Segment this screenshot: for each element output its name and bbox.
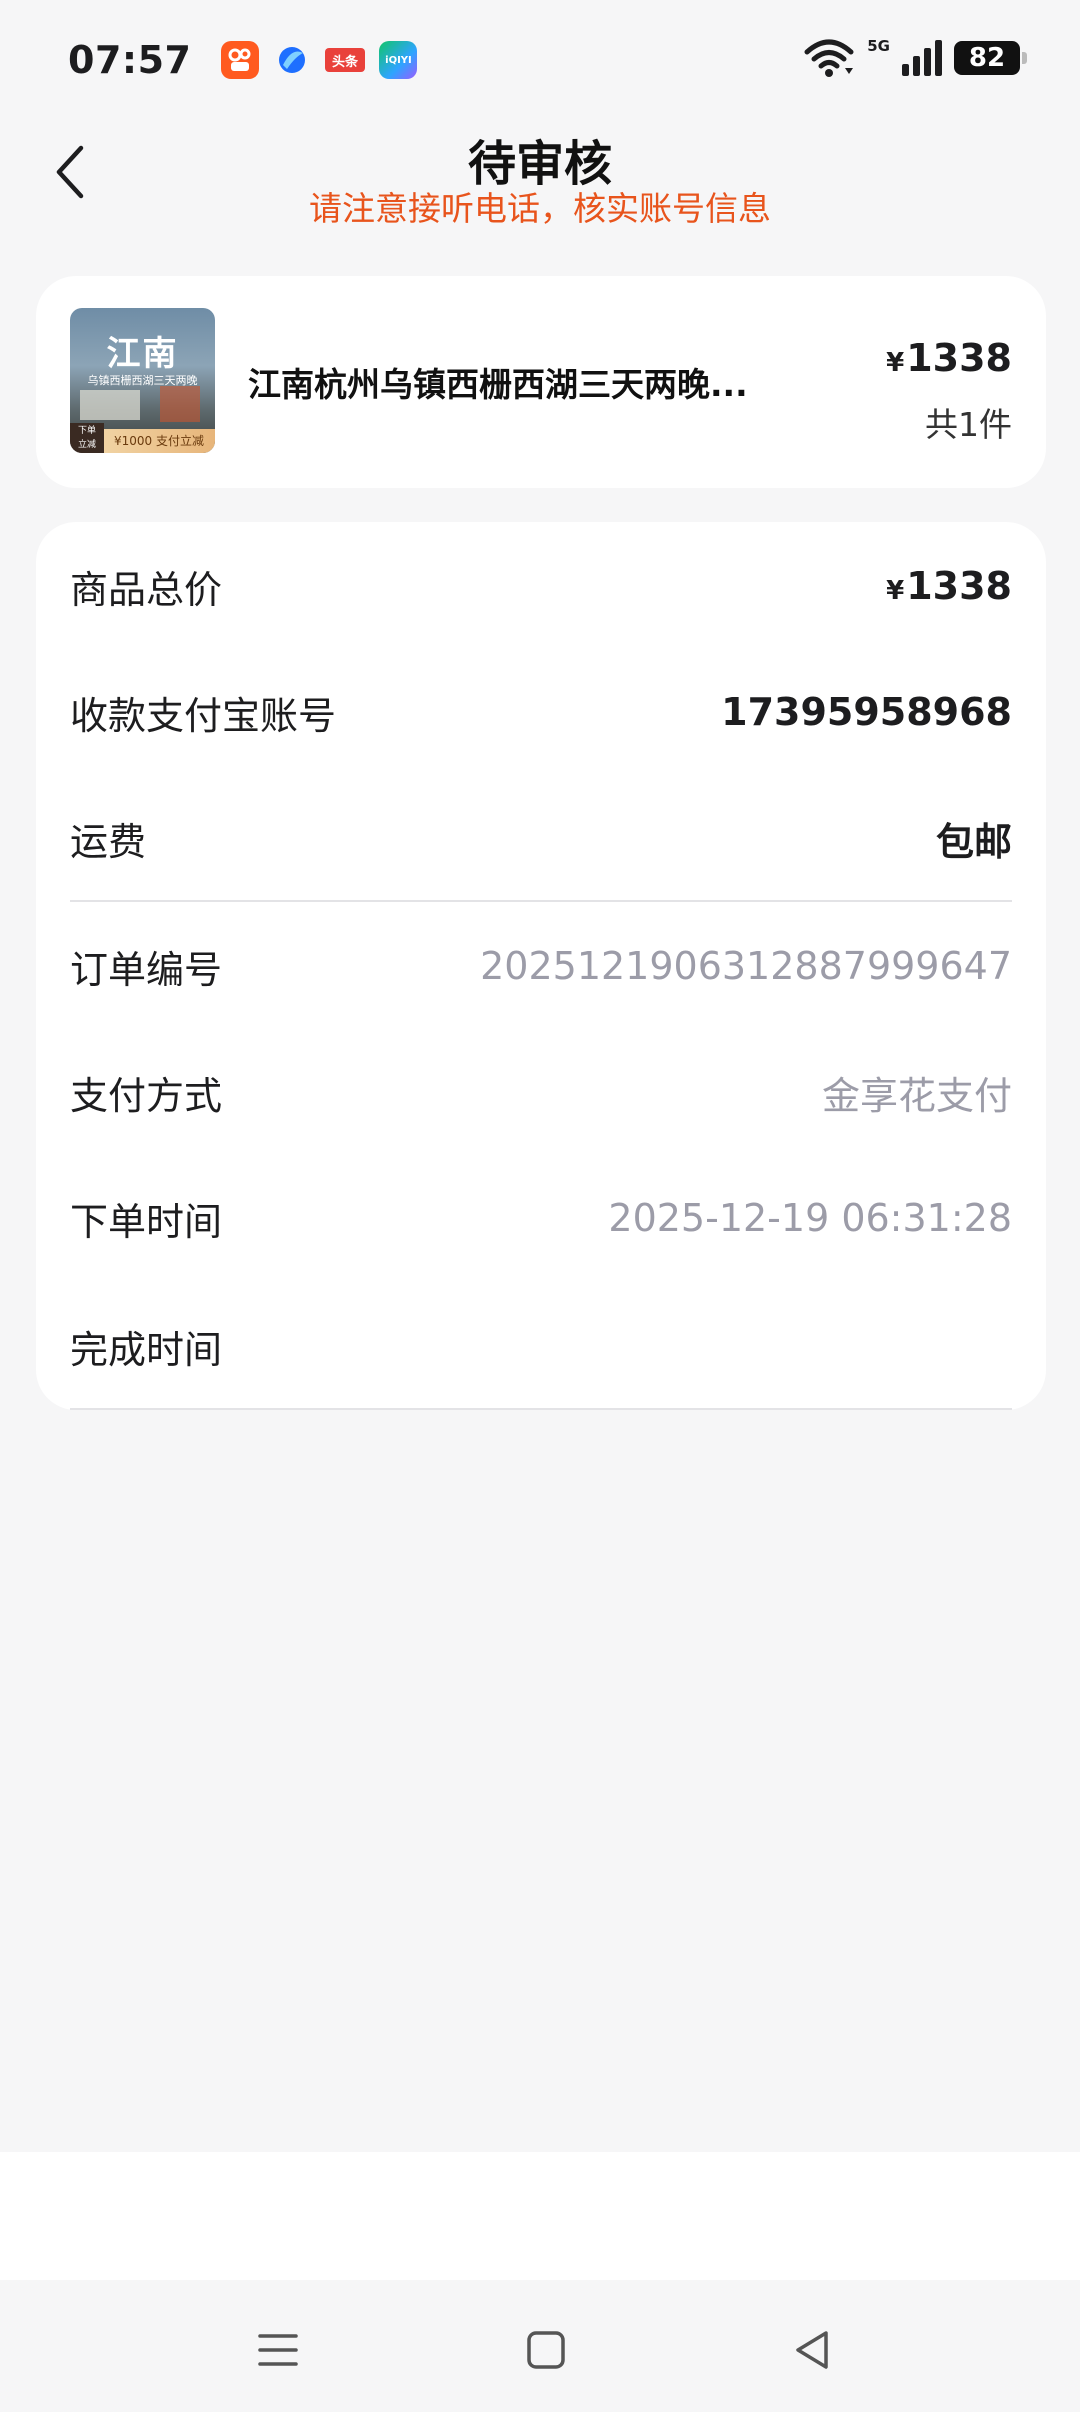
product-name: 江南杭州乌镇西栅西湖三天两晚... (248, 365, 748, 404)
alipay-account-value: 17395958968 (721, 690, 1012, 734)
total-price-row: 商品总价 ¥1338 (70, 556, 1012, 616)
browser-app-icon (273, 41, 311, 79)
order-number-value[interactable]: 2025121906312887999647 (480, 944, 1012, 988)
status-app-icons: 头条 iQIYI (221, 41, 418, 79)
payment-method-row: 支付方式 金享花支付 (70, 1062, 1012, 1122)
order-number-label: 订单编号 (70, 947, 223, 992)
order-time-row: 下单时间 2025-12-19 06:31:28 (70, 1188, 1012, 1248)
battery-level: 82 (968, 43, 1006, 73)
alipay-account-label: 收款支付宝账号 (70, 693, 337, 738)
kuaishou-app-icon (221, 41, 260, 79)
total-price-label: 商品总价 (70, 567, 223, 612)
nav-menu-button[interactable] (238, 2310, 318, 2390)
system-nav-bar (0, 2280, 1080, 2412)
divider (70, 1408, 1012, 1410)
shipping-label: 运费 (70, 819, 147, 864)
back-triangle-icon (796, 2331, 828, 2369)
payment-method-label: 支付方式 (70, 1073, 223, 1118)
signal-icon (902, 40, 942, 76)
divider (70, 900, 1012, 902)
total-price-value: ¥1338 (886, 564, 1012, 608)
currency-symbol: ¥ (886, 348, 905, 378)
status-time: 07:57 (68, 38, 192, 82)
thumb-title: 江南 (106, 334, 179, 374)
battery-icon: 82 (954, 41, 1027, 75)
menu-icon (258, 2334, 298, 2366)
wifi-icon (804, 39, 854, 77)
network-type: 5G (867, 37, 890, 55)
nav-home-button[interactable] (506, 2310, 586, 2390)
finish-time-label: 完成时间 (70, 1327, 223, 1372)
payment-method-value: 金享花支付 (821, 1073, 1012, 1118)
order-time-label: 下单时间 (70, 1199, 223, 1244)
iqiyi-app-icon: iQIYI (379, 41, 418, 79)
product-count: 共1件 (925, 405, 1012, 444)
status-bar: 07:57 头条 iQIYI 5G 82 (0, 0, 1080, 120)
order-time-value: 2025-12-19 06:31:28 (608, 1196, 1012, 1240)
finish-time-row: 完成时间 (70, 1316, 1012, 1376)
home-icon (527, 2331, 565, 2369)
price-value: 1338 (906, 336, 1012, 380)
nav-back-button[interactable] (772, 2310, 852, 2390)
bottom-panel (0, 2152, 1080, 2280)
page-header: 待审核 请注意接听电话，核实账号信息 (0, 120, 1080, 240)
shipping-value: 包邮 (935, 819, 1012, 864)
product-thumbnail: 江南 乌镇西栅西湖三天两晚 下单 立减 ¥1000 支付立减 (70, 308, 215, 453)
status-indicators: 5G 82 (803, 37, 1027, 78)
thumb-tag-right: ¥1000 支付立减 (104, 429, 215, 453)
shipping-row: 运费 包邮 (70, 808, 1012, 868)
toutiao-app-icon: 头条 (325, 41, 366, 79)
product-card[interactable]: 江南 乌镇西栅西湖三天两晚 下单 立减 ¥1000 支付立减 江南杭州乌镇西栅西… (36, 276, 1046, 488)
order-number-row: 订单编号 2025121906312887999647 (70, 936, 1012, 996)
product-price: ¥1338 (886, 336, 1012, 380)
thumb-subtitle: 乌镇西栅西湖三天两晚 (87, 374, 198, 387)
svg-text:头条: 头条 (332, 54, 359, 70)
alipay-account-row: 收款支付宝账号 17395958968 (70, 682, 1012, 742)
thumb-tag-left: 下单 立减 (70, 423, 104, 453)
page-subtitle: 请注意接听电话，核实账号信息 (309, 189, 771, 228)
order-details-card: 商品总价 ¥1338 收款支付宝账号 17395958968 运费 包邮 订单编… (36, 522, 1046, 1410)
